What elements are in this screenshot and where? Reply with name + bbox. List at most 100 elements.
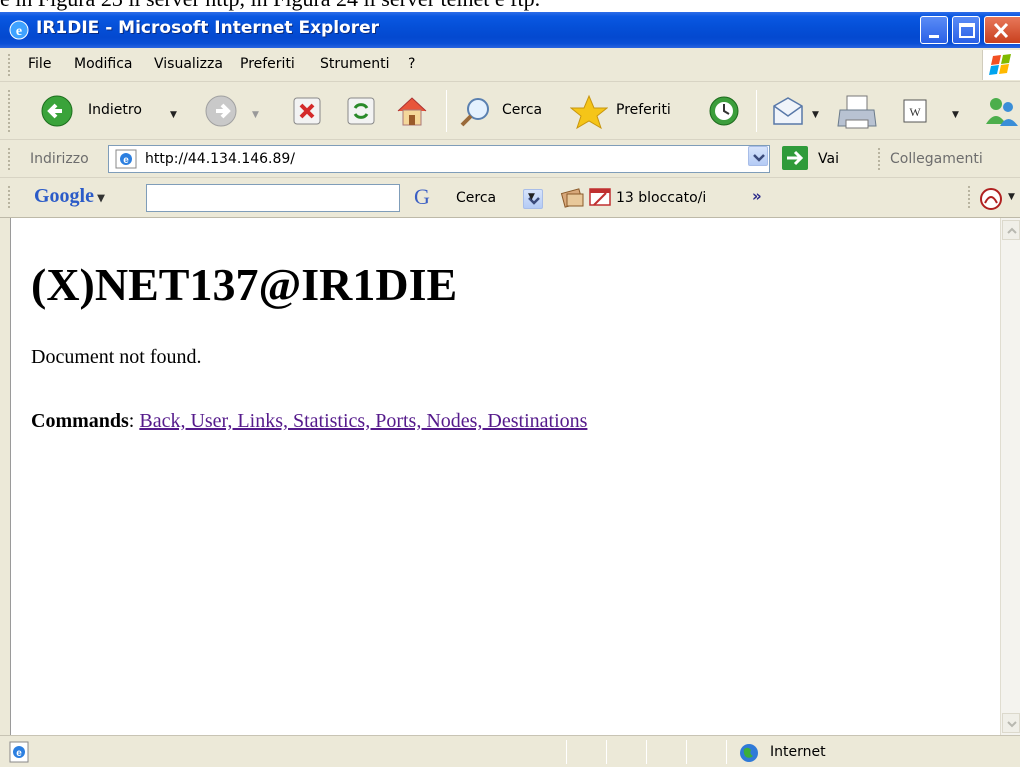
menubar-grip[interactable] bbox=[8, 54, 10, 76]
google-search-input[interactable] bbox=[146, 184, 543, 212]
address-url[interactable]: http://44.134.146.89/ bbox=[145, 151, 295, 167]
close-icon bbox=[993, 22, 1009, 39]
forward-button[interactable]: ▼ bbox=[200, 88, 276, 134]
links-label[interactable]: Collegamenti bbox=[890, 151, 983, 167]
chevron-down-icon bbox=[753, 154, 765, 162]
menu-bar: File Modifica Visualizza Preferiti Strum… bbox=[0, 48, 1020, 82]
printer-icon bbox=[837, 95, 877, 129]
status-separator bbox=[606, 740, 607, 764]
messenger-people-icon bbox=[986, 98, 1018, 126]
title-bar[interactable]: e IR1DIE - Microsoft Internet Explorer bbox=[0, 12, 1020, 48]
stop-button[interactable] bbox=[290, 88, 326, 134]
google-logo-button[interactable]: Google ▾ bbox=[34, 185, 105, 208]
close-button[interactable] bbox=[984, 16, 1020, 44]
addressbar-grip[interactable] bbox=[8, 148, 10, 170]
links-grip[interactable] bbox=[878, 148, 880, 170]
caption-text: e in Figura 23 il server http, in Figura… bbox=[0, 0, 540, 12]
svg-text:e: e bbox=[123, 155, 129, 166]
svg-text:e: e bbox=[16, 748, 22, 759]
google-g-icon[interactable]: G bbox=[414, 186, 434, 209]
history-icon bbox=[709, 96, 739, 126]
status-message: Document not found. bbox=[31, 346, 202, 368]
status-separator bbox=[686, 740, 687, 764]
google-search-button[interactable]: Cerca bbox=[456, 190, 496, 206]
refresh-icon bbox=[347, 97, 375, 125]
search-label: Cerca bbox=[502, 102, 543, 118]
mail-icon bbox=[773, 97, 803, 125]
address-label: Indirizzo bbox=[30, 151, 89, 167]
back-dropdown-icon[interactable]: ▼ bbox=[170, 110, 177, 120]
commands-links[interactable]: Back, User, Links, Statistics, Ports, No… bbox=[139, 410, 587, 432]
mail-button[interactable]: ▼ bbox=[768, 88, 832, 134]
svg-text:W: W bbox=[909, 105, 921, 119]
google-menu-icon: ▾ bbox=[94, 191, 105, 206]
minimize-button[interactable] bbox=[920, 16, 948, 44]
more-chevron-icon[interactable]: » bbox=[752, 187, 762, 205]
forward-arrow-icon bbox=[205, 95, 237, 127]
acrobat-pdf-icon[interactable] bbox=[978, 187, 1004, 211]
go-arrow-icon bbox=[787, 150, 804, 166]
window-title: IR1DIE - Microsoft Internet Explorer bbox=[36, 18, 380, 38]
popup-blocker-icon[interactable] bbox=[588, 186, 614, 210]
back-arrow-icon bbox=[41, 95, 73, 127]
windows-logo-icon bbox=[982, 50, 1020, 80]
page-content: (X)NET137@IR1DIE Document not found. Com… bbox=[10, 218, 1000, 735]
chevron-up-icon bbox=[1007, 227, 1017, 234]
edit-dropdown-icon[interactable]: ▼ bbox=[952, 110, 959, 120]
toolbar-separator bbox=[446, 90, 447, 132]
edit-button[interactable]: W ▼ bbox=[898, 88, 972, 134]
googlebar-grip[interactable] bbox=[8, 186, 10, 210]
status-bar: e Internet bbox=[0, 735, 1020, 767]
google-search-dropdown-icon[interactable]: ▼ bbox=[528, 192, 535, 202]
acrobat-dropdown-icon[interactable]: ▼ bbox=[1008, 192, 1015, 202]
status-separator bbox=[726, 740, 727, 764]
go-label[interactable]: Vai bbox=[818, 151, 839, 167]
menu-file[interactable]: File bbox=[28, 56, 51, 72]
mail-dropdown-icon[interactable]: ▼ bbox=[812, 110, 819, 120]
security-zone-label: Internet bbox=[770, 744, 826, 760]
page-ie-icon: e bbox=[115, 149, 137, 169]
maximize-icon bbox=[959, 23, 975, 38]
search-button[interactable]: Cerca bbox=[456, 88, 568, 134]
scroll-up-button[interactable] bbox=[1002, 220, 1020, 240]
back-button[interactable]: Indietro ▼ bbox=[18, 88, 188, 134]
commands-line: Commands: Back, User, Links, Statistics,… bbox=[31, 410, 588, 432]
internet-globe-icon bbox=[740, 744, 758, 762]
history-button[interactable] bbox=[704, 88, 744, 134]
chevron-down-icon bbox=[1007, 721, 1017, 728]
menu-modifica[interactable]: Modifica bbox=[74, 56, 133, 72]
messenger-button[interactable] bbox=[980, 88, 1020, 134]
address-input[interactable]: e http://44.134.146.89/ bbox=[108, 145, 770, 173]
address-dropdown-button[interactable] bbox=[748, 146, 768, 166]
popup-blocked-count[interactable]: 13 bloccato/i bbox=[616, 190, 706, 206]
refresh-button[interactable] bbox=[344, 88, 380, 134]
document-caption-fragment: e in Figura 23 il server http, in Figura… bbox=[0, 0, 1020, 12]
status-separator bbox=[646, 740, 647, 764]
word-edit-icon: W bbox=[903, 99, 927, 123]
maximize-button[interactable] bbox=[952, 16, 980, 44]
home-button[interactable] bbox=[392, 88, 432, 134]
scroll-down-button[interactable] bbox=[1002, 713, 1020, 733]
menu-preferiti[interactable]: Preferiti bbox=[240, 56, 295, 72]
toolbar-grip[interactable] bbox=[8, 90, 10, 132]
forward-dropdown-icon[interactable]: ▼ bbox=[252, 110, 259, 120]
address-bar: Indirizzo e http://44.134.146.89/ Vai Co… bbox=[0, 140, 1020, 178]
pagerank-icon[interactable] bbox=[560, 186, 586, 210]
googlebar-right-grip[interactable] bbox=[968, 186, 970, 210]
vertical-scrollbar[interactable] bbox=[1000, 218, 1020, 735]
standard-toolbar: Indietro ▼ ▼ Cerca Preferiti ▼ W ▼ bbox=[0, 82, 1020, 140]
stop-icon bbox=[293, 97, 321, 125]
menu-visualizza[interactable]: Visualizza bbox=[154, 56, 223, 72]
minimize-icon bbox=[929, 35, 939, 38]
google-logo-text: Google bbox=[34, 185, 94, 207]
back-label: Indietro bbox=[88, 102, 142, 118]
home-icon bbox=[397, 97, 427, 126]
favorites-button[interactable]: Preferiti bbox=[570, 88, 700, 134]
print-button[interactable] bbox=[834, 88, 882, 134]
status-separator bbox=[566, 740, 567, 764]
menu-strumenti[interactable]: Strumenti bbox=[320, 56, 390, 72]
menu-help[interactable]: ? bbox=[408, 56, 415, 72]
toolbar-separator bbox=[756, 90, 757, 132]
page-heading: (X)NET137@IR1DIE bbox=[31, 259, 458, 310]
go-button[interactable] bbox=[782, 146, 808, 170]
